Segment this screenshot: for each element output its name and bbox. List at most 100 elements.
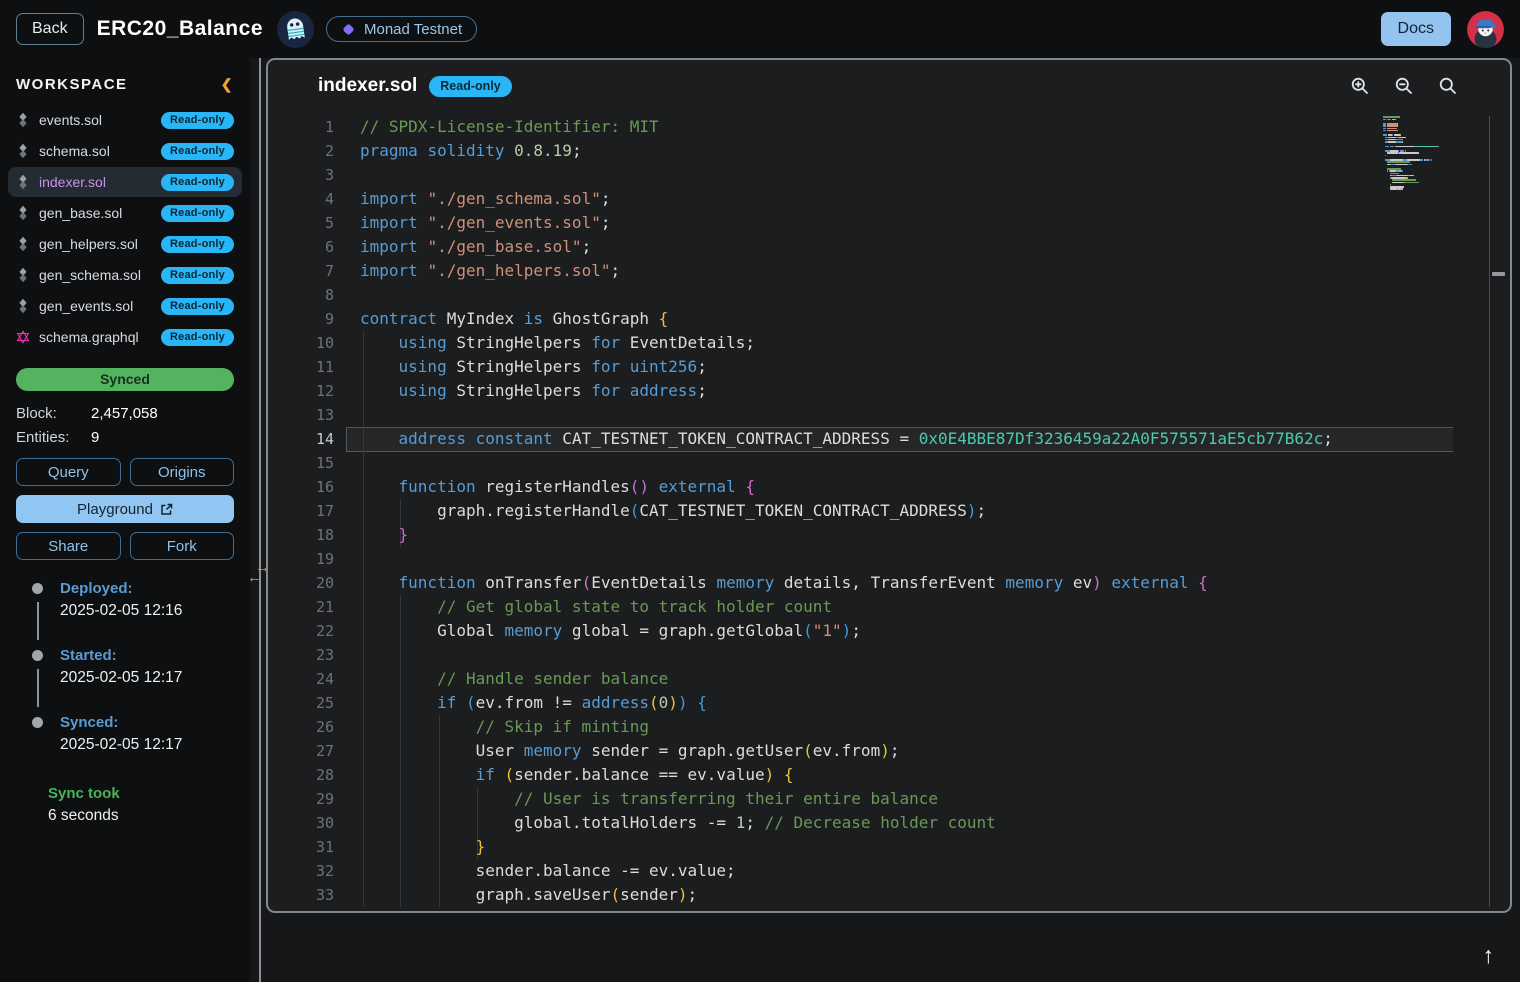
workspace-sidebar: WORKSPACE ❮ events.solRead-onlyschema.so… [0, 58, 250, 982]
file-item-schema.graphql[interactable]: schema.graphqlRead-only [8, 322, 242, 352]
zoom-out-icon[interactable] [1394, 76, 1414, 96]
minimap-indent [1383, 173, 1390, 175]
file-list: events.solRead-onlyschema.solRead-onlyin… [0, 105, 250, 352]
file-item-gen_events.sol[interactable]: gen_events.solRead-only [8, 291, 242, 321]
code-line: function onTransfer(EventDetails memory … [360, 571, 1333, 595]
minimap-token [1387, 161, 1410, 163]
top-bar: Back ERC20_Balance Monad Testnet Docs [0, 0, 1520, 58]
timeline-item: Synced:2025-02-05 12:17 [0, 714, 250, 781]
sidebar-resize-divider[interactable]: → ← [250, 58, 266, 982]
timeline-label: Synced: [60, 714, 250, 731]
code-line [360, 643, 1333, 667]
file-item-gen_helpers.sol[interactable]: gen_helpers.solRead-only [8, 229, 242, 259]
minimap-token [1383, 116, 1400, 118]
resize-left-arrow-icon[interactable]: ← [247, 573, 262, 583]
solidity-icon [16, 298, 30, 314]
code-line: pragma solidity 0.8.19; [360, 139, 1333, 163]
scroll-to-top-button[interactable]: ↑ [1477, 943, 1501, 968]
code-line: using StringHelpers for uint256; [360, 355, 1333, 379]
code-line: graph.registerHandle(CAT_TESTNET_TOKEN_C… [360, 499, 1333, 523]
minimap-token [1387, 128, 1396, 130]
readonly-badge: Read-only [161, 112, 234, 129]
timeline-connector [37, 602, 39, 640]
code-line: Global memory global = graph.getGlobal("… [360, 619, 1333, 643]
file-name: gen_events.sol [39, 298, 133, 314]
status-panel: Block: 2,457,058 Entities: 9 [16, 405, 234, 446]
code-line: using StringHelpers for EventDetails; [360, 331, 1333, 355]
code-line: sender.balance -= ev.value; [360, 859, 1333, 883]
user-avatar[interactable] [1467, 11, 1504, 48]
file-item-gen_base.sol[interactable]: gen_base.sol Read-only [8, 198, 242, 228]
minimap-token [1390, 173, 1400, 175]
collapse-sidebar-icon[interactable]: ❮ [221, 76, 234, 93]
minimap-token [1399, 152, 1418, 154]
solidity-icon [16, 112, 30, 128]
network-badge[interactable]: Monad Testnet [326, 16, 477, 42]
sync-took-value: 6 seconds [48, 807, 250, 825]
back-button[interactable]: Back [16, 13, 84, 45]
external-link-icon [160, 503, 173, 516]
graphql-icon [16, 329, 30, 345]
file-item-events.sol[interactable]: events.solRead-only [8, 105, 242, 135]
file-name: gen_base.sol [39, 205, 122, 221]
code-editor-panel: indexer.sol Read-only [266, 58, 1512, 913]
timeline-item: Started:2025-02-05 12:17 [0, 647, 250, 714]
readonly-badge: Read-only [161, 205, 234, 222]
network-label: Monad Testnet [364, 21, 462, 38]
minimap-token [1411, 164, 1412, 166]
minimap-token [1388, 137, 1396, 139]
minimap[interactable] [1383, 116, 1435, 190]
block-label: Block: [16, 405, 91, 422]
workspace-title: WORKSPACE [16, 76, 128, 93]
query-button[interactable]: Query [16, 458, 121, 486]
readonly-badge: Read-only [161, 267, 234, 284]
code-line: import "./gen_events.sol"; [360, 211, 1333, 235]
solidity-icon [16, 267, 30, 283]
minimap-token [1397, 125, 1398, 127]
editor-body[interactable]: 1234567891011121314151617181920212223242… [268, 112, 1510, 911]
code-line: } [360, 835, 1333, 859]
share-button[interactable]: Share [16, 532, 121, 560]
minimap-token [1387, 125, 1397, 127]
divider-line [259, 58, 261, 982]
code-line: import "./gen_schema.sol"; [360, 187, 1333, 211]
code-line [360, 451, 1333, 475]
file-item-gen_schema.sol[interactable]: gen_schema.solRead-only [8, 260, 242, 290]
playground-button[interactable]: Playground [16, 495, 234, 523]
file-item-indexer.sol[interactable]: indexer.solRead-only [8, 167, 242, 197]
minimap-token [1415, 146, 1438, 148]
code-line: User memory sender = graph.getUser(ev.fr… [360, 739, 1333, 763]
open-file-name: indexer.sol [318, 75, 417, 97]
minimap-token [1395, 119, 1396, 121]
solidity-icon [16, 174, 30, 190]
docs-button[interactable]: Docs [1381, 12, 1451, 46]
file-name: indexer.sol [39, 174, 106, 190]
minimap-token [1392, 182, 1405, 184]
minimap-token [1398, 137, 1405, 139]
solidity-icon [16, 236, 30, 252]
minimap-token [1388, 141, 1396, 143]
entities-label: Entities: [16, 429, 91, 446]
minimap-token [1400, 134, 1401, 136]
file-item-schema.sol[interactable]: schema.solRead-only [8, 136, 242, 166]
code-content: // SPDX-License-Identifier: MITpragma so… [360, 115, 1333, 907]
zoom-in-icon[interactable] [1350, 76, 1370, 96]
sync-took-label: Sync took [48, 785, 250, 802]
code-line: // Get global state to track holder coun… [360, 595, 1333, 619]
timeline-dot-icon [32, 717, 43, 728]
scrollbar-track [1489, 116, 1490, 907]
code-line: } [360, 523, 1333, 547]
line-number-gutter: 1234567891011121314151617181920212223242… [268, 115, 334, 907]
timeline-label: Deployed: [60, 580, 250, 597]
timeline-item: Deployed:2025-02-05 12:16 [0, 580, 250, 647]
minimap-indent [1383, 182, 1392, 184]
search-icon[interactable] [1438, 76, 1458, 96]
code-line [360, 403, 1333, 427]
fork-button[interactable]: Fork [130, 532, 235, 560]
readonly-badge: Read-only [161, 329, 234, 346]
code-line: address constant CAT_TESTNET_TOKEN_CONTR… [360, 427, 1333, 451]
scrollbar-thumb[interactable] [1492, 272, 1505, 276]
block-value: 2,457,058 [91, 405, 158, 422]
readonly-badge: Read-only [161, 143, 234, 160]
origins-button[interactable]: Origins [130, 458, 235, 486]
